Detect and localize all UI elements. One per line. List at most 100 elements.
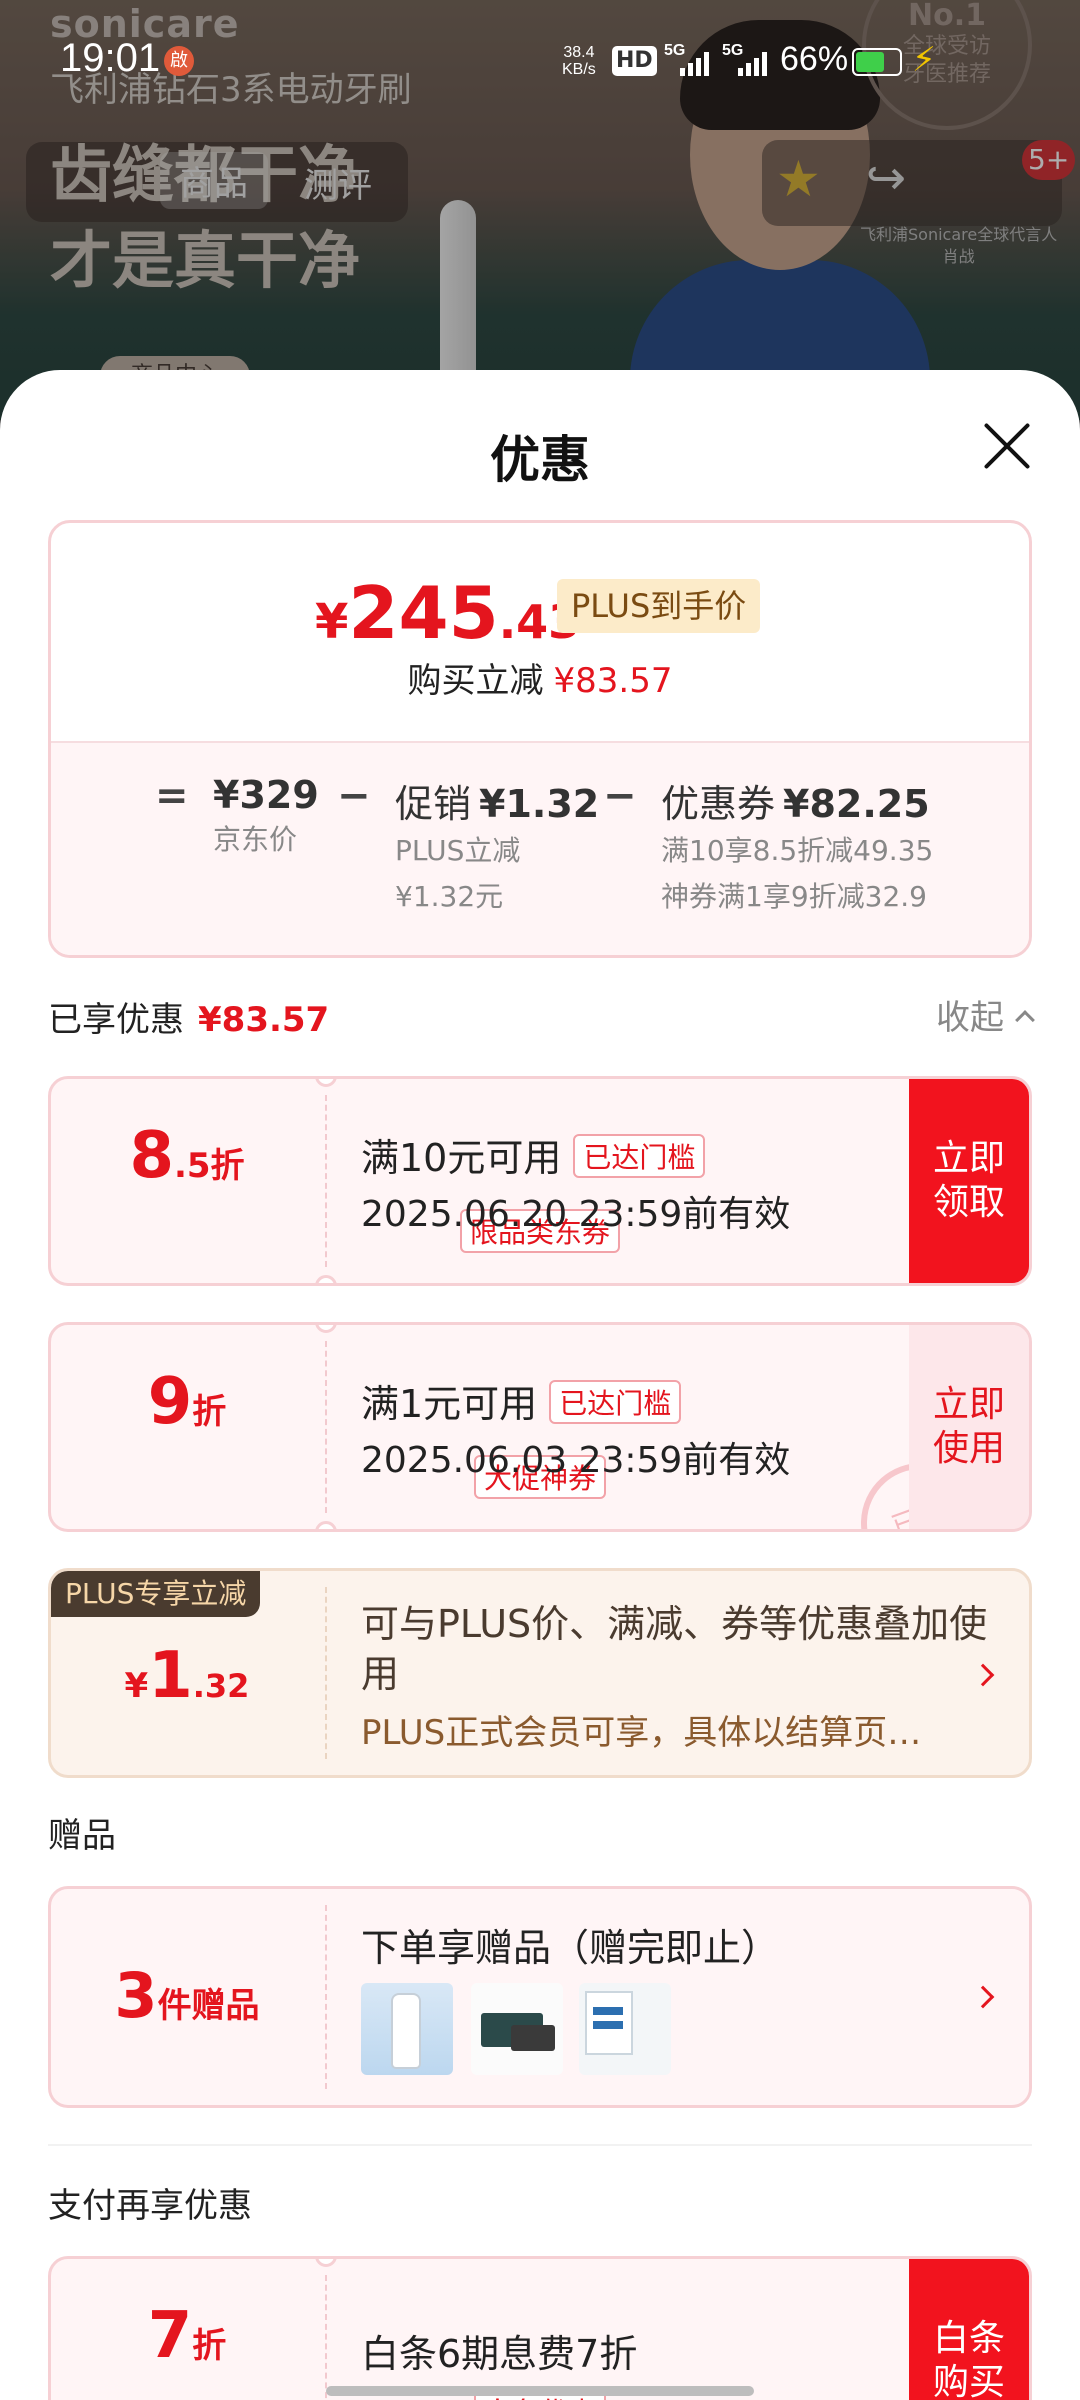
- coupon-divider: [325, 1095, 327, 1267]
- promo-note-2: ¥1.32元: [395, 880, 504, 913]
- coupon-title: 满10元可用: [361, 1136, 562, 1180]
- signal-1-label: 5G: [664, 42, 686, 59]
- home-indicator[interactable]: [326, 2386, 754, 2396]
- jd-price-label: 京东价: [213, 823, 298, 856]
- coupon-notch-bottom: [315, 1521, 337, 1529]
- gift-count-number: 3: [114, 1959, 158, 2032]
- coupon-discount: 9折: [51, 1365, 323, 1439]
- clock: 19:01: [60, 36, 161, 80]
- coupon-note-2: 神券满1享9折减32.9: [661, 880, 927, 913]
- enjoyed-label: 已享优惠: [48, 1000, 184, 1040]
- jd-price: ¥329: [213, 773, 319, 817]
- section-divider: [48, 2144, 1032, 2146]
- collapse-toggle[interactable]: 收起: [936, 990, 1035, 1039]
- signal-2-label: 5G: [722, 42, 744, 59]
- chevron-right-icon: [971, 1985, 995, 2009]
- gift-count-label: 件赠品: [157, 1986, 260, 2026]
- reduction-label: 购买立减: [407, 661, 544, 701]
- close-icon[interactable]: [974, 414, 1038, 478]
- plus-discount-small: .32: [192, 1667, 250, 1705]
- equals-sign: =: [155, 773, 189, 819]
- use-button-line1: 立即: [932, 1384, 1005, 1425]
- payment-offer-title: 白条6期息费7折: [361, 2332, 638, 2376]
- coupon-notch-bottom: [315, 1275, 337, 1283]
- jd-price-column: ¥329 京东价: [213, 773, 319, 863]
- minus-sign-2: −: [603, 773, 637, 819]
- coupon-notch-top: [315, 1079, 337, 1087]
- gift-count: 3件赠品: [51, 1959, 323, 2032]
- plus-discount-currency: ¥: [124, 1666, 149, 1706]
- coupon-amount: 优惠券 ¥82.25: [661, 773, 933, 828]
- price-breakdown: = ¥329 京东价 − 促销 ¥1.32 PLUS立减 ¥1.32元 − 优惠券…: [51, 741, 1029, 955]
- payment-divider: [325, 2275, 327, 2400]
- battery-icon: [852, 48, 902, 76]
- coupon-title: 满1元可用: [361, 1382, 538, 1426]
- coupon-note-1: 满10享8.5折减49.35: [661, 834, 934, 867]
- purchase-reduction: 购买立减 ¥83.57: [51, 653, 1029, 702]
- reduction-amount: ¥83.57: [553, 661, 673, 701]
- minus-sign: −: [337, 773, 371, 819]
- plus-divider: [325, 1587, 327, 1759]
- payment-discount-small: 折: [192, 2326, 227, 2366]
- baitiao-button-line1: 白条: [932, 2318, 1005, 2359]
- payment-coupon-card: 7折 白条优惠 白条6期息费7折 白条购买: [48, 2256, 1032, 2400]
- app-notification-icon: 啟: [164, 46, 194, 76]
- gift-card[interactable]: 3件赠品 下单享赠品（赠完即止）: [48, 1886, 1032, 2108]
- plus-description: 可与PLUS价、满减、券等优惠叠加使用: [361, 1602, 988, 1696]
- coupon-card: 9折 大促神券 满1元可用已达门槛 2025.06.03 23:59前有效 已领…: [48, 1322, 1032, 1532]
- final-price-integer: 245: [348, 571, 499, 655]
- claim-button-line2: 领取: [932, 1182, 1005, 1223]
- price-summary-top: ¥245.43 PLUS到手价 购买立减 ¥83.57: [51, 523, 1029, 741]
- use-coupon-button[interactable]: 立即 使用: [909, 1325, 1029, 1529]
- coupon-column: 优惠券 ¥82.25 满10享8.5折减49.35 神券满1享9折减32.9: [661, 773, 933, 920]
- coupon-value: ¥82.25: [783, 782, 930, 826]
- coupon-validity: 2025.06.03 23:59前有效: [361, 1440, 791, 1481]
- coupon-discount-small: 折: [192, 1392, 227, 1432]
- coupon-discount-small: .5折: [173, 1146, 245, 1186]
- plus-discount-big: 1: [148, 1639, 193, 1713]
- plus-exclusive-tag: PLUS专享立减: [51, 1571, 261, 1617]
- discount-sheet: 优惠 ¥245.43 PLUS到手价 购买立减 ¥83.57 = ¥329 京东价…: [0, 370, 1080, 2400]
- signal-2-icon: 5G: [722, 42, 774, 76]
- claim-button-line1: 立即: [932, 1138, 1005, 1179]
- battery-level-fill: [856, 52, 884, 72]
- pay-section-title: 支付再享优惠: [48, 2186, 252, 2226]
- plus-price-tag: PLUS到手价: [557, 579, 761, 633]
- network-speed-unit: KB/s: [562, 61, 596, 78]
- use-button-line2: 使用: [932, 1428, 1005, 1469]
- payment-discount: 7折: [51, 2299, 323, 2373]
- final-price-currency: ¥: [315, 594, 349, 650]
- payment-notch-top: [315, 2259, 337, 2267]
- coupon-validity: 2025.06.20 23:59前有效: [361, 1194, 791, 1235]
- gift-divider: [325, 1905, 327, 2089]
- hd-voice-icon: HD: [612, 46, 657, 76]
- promo-amount: 促销 ¥1.32: [395, 773, 599, 828]
- gift-box-image: [471, 1983, 563, 2075]
- care-card-image: [579, 1983, 671, 2075]
- threshold-badge: 已达门槛: [573, 1134, 706, 1178]
- promo-note-1: PLUS立减: [395, 834, 521, 867]
- coupon-label: 优惠券: [661, 782, 776, 826]
- enjoyed-amount: ¥83.57: [198, 1000, 330, 1040]
- baitiao-buy-button[interactable]: 白条 购买: [909, 2259, 1029, 2400]
- coupon-discount-big: 8: [129, 1119, 174, 1193]
- promo-value: ¥1.32: [479, 782, 600, 826]
- coupon-condition: 满10元可用 已达门槛: [361, 1127, 706, 1182]
- coupon-notch-top: [315, 1325, 337, 1333]
- promo-label: 促销: [395, 782, 472, 826]
- baitiao-button-line2: 购买: [932, 2362, 1005, 2400]
- coupon-divider: [325, 1341, 327, 1513]
- cleanser-tube-image: [361, 1983, 453, 2075]
- sheet-title: 优惠: [490, 431, 590, 489]
- coupon-card: 8.5折 限品类东券 满10元可用 已达门槛 2025.06.20 23:59前有…: [48, 1076, 1032, 1286]
- network-speed-value: 38.4: [563, 44, 595, 61]
- chevron-up-icon: [1015, 1010, 1035, 1030]
- coupon-discount-big: 9: [147, 1365, 193, 1439]
- status-bar: 19:01 啟 38.4 KB/s HD 5G 5G 66% ⚡: [0, 0, 1080, 120]
- coupon-discount: 8.5折: [51, 1119, 323, 1193]
- promo-column: 促销 ¥1.32 PLUS立减 ¥1.32元: [395, 773, 599, 920]
- plus-discount-card[interactable]: PLUS专享立减 ¥1.32 可与PLUS价、满减、券等优惠叠加使用 PLUS正…: [48, 1568, 1032, 1778]
- claim-coupon-button[interactable]: 立即 领取: [909, 1079, 1029, 1283]
- coupon-condition: 满1元可用 已达门槛: [361, 1373, 682, 1428]
- gift-title: 下单享赠品（赠完即止）: [361, 1926, 780, 1970]
